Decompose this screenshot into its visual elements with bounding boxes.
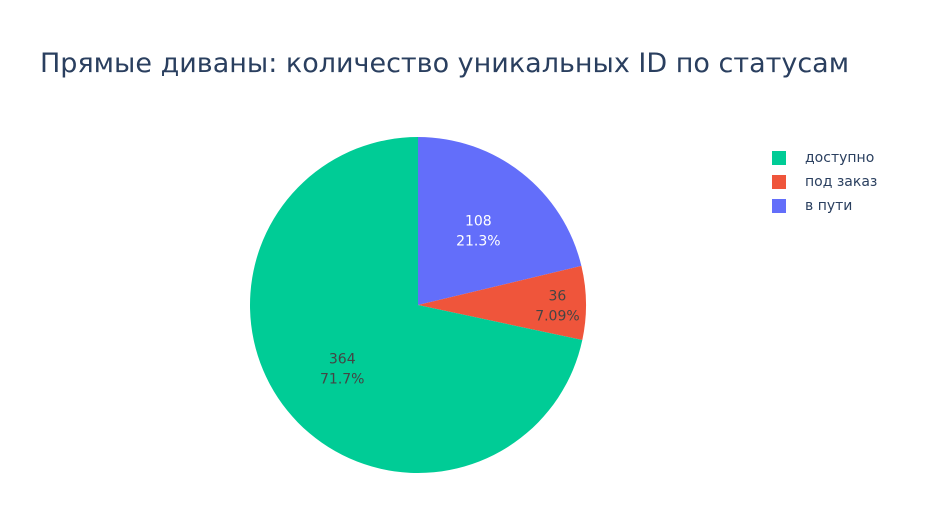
slice-value-label: 108 xyxy=(465,214,492,230)
legend-label: в пути xyxy=(805,198,853,214)
legend: доступно под заказ в пути xyxy=(772,146,877,218)
pie-slices xyxy=(249,137,586,474)
legend-swatch xyxy=(772,175,786,189)
legend-label: под заказ xyxy=(805,174,878,190)
legend-item-in-transit[interactable]: в пути xyxy=(772,194,877,218)
slice-percent-label: 21.3% xyxy=(456,234,500,250)
pie-chart: 108 21.3% 36 7.09% 364 71.7% xyxy=(249,137,586,474)
legend-item-on-order[interactable]: под заказ xyxy=(772,170,877,194)
legend-item-available[interactable]: доступно xyxy=(772,146,877,170)
slice-percent-label: 7.09% xyxy=(535,308,579,324)
legend-swatch xyxy=(772,151,786,165)
slice-value-label: 364 xyxy=(329,351,356,367)
slice-percent-label: 71.7% xyxy=(320,371,364,387)
legend-swatch xyxy=(772,199,786,213)
legend-label: доступно xyxy=(805,150,875,166)
slice-value-label: 36 xyxy=(549,288,567,304)
